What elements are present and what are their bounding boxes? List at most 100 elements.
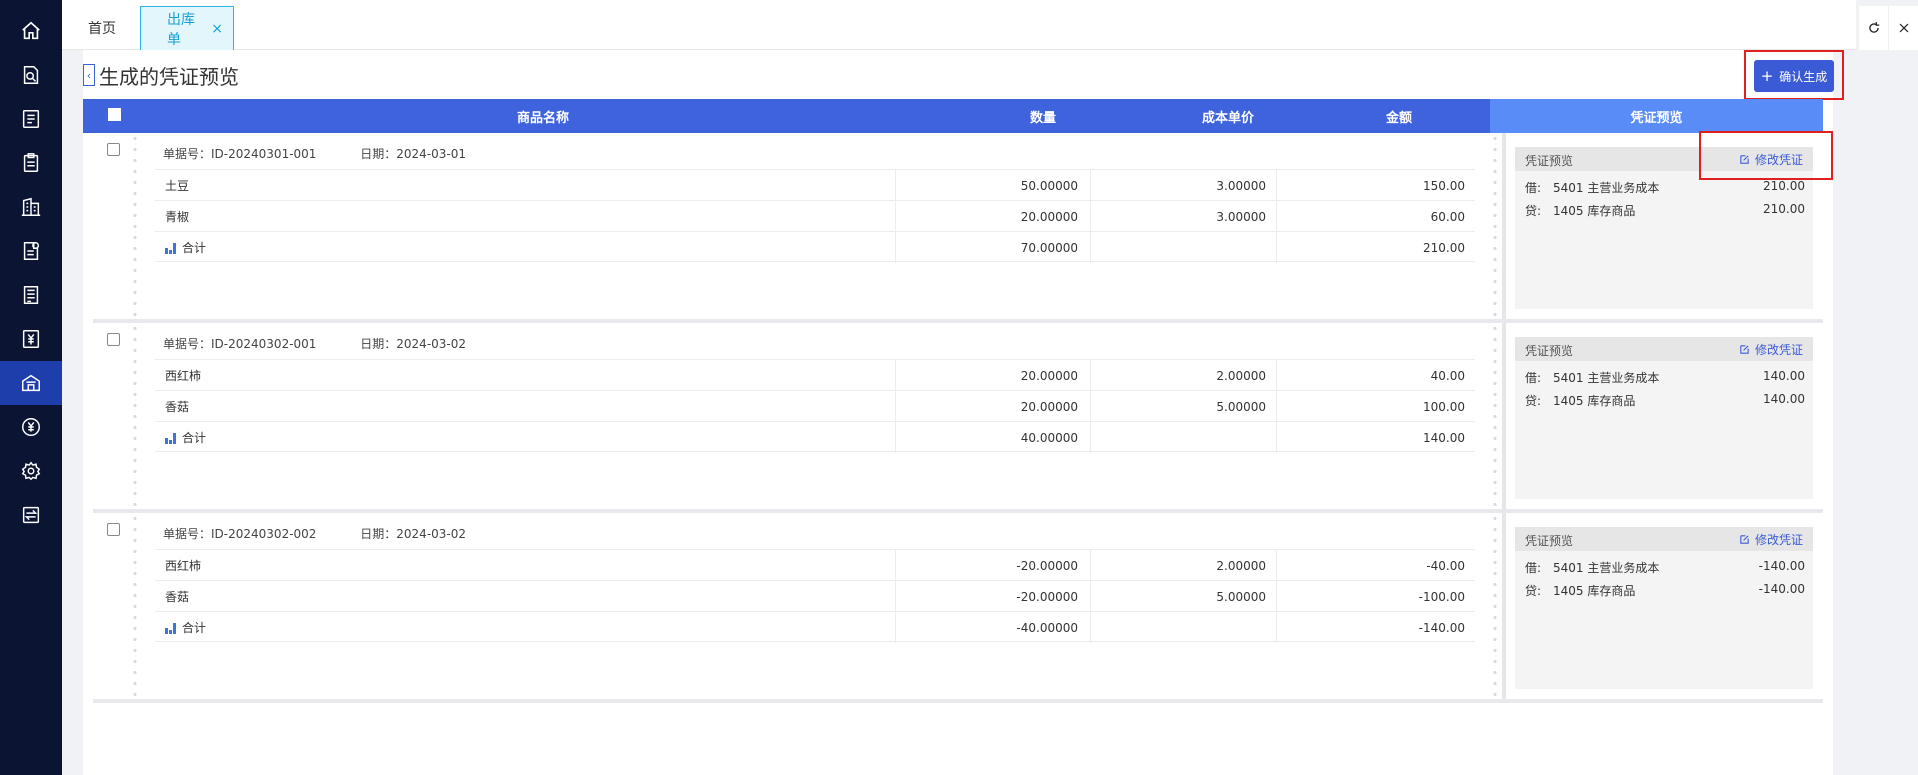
sidebar-item-list[interactable] xyxy=(0,97,62,141)
row-checkbox[interactable] xyxy=(107,523,120,536)
voucher-header: 凭证预览 修改凭证 xyxy=(1515,147,1813,171)
items-table: 土豆 50.00000 3.00000 150.00 青椒 20.00000 3… xyxy=(155,169,1475,263)
total-price-empty xyxy=(1090,612,1276,643)
item-amount: -100.00 xyxy=(1276,581,1475,612)
drag-handle xyxy=(133,133,137,319)
total-qty: 70.00000 xyxy=(895,232,1090,263)
table-row: 香菇 20.00000 5.00000 100.00 xyxy=(155,390,1475,422)
voucher-preview-panel: 凭证预览 修改凭证 借: 5401 主营业务成本 210.00 贷: 1405 … xyxy=(1515,147,1813,309)
voucher-debit-line: 借: 5401 主营业务成本 210.00 xyxy=(1525,179,1805,195)
tab-label: 出库单 xyxy=(167,11,195,48)
tab-bar: 首页 出库单 × xyxy=(62,0,1856,50)
order-date: 日期：2024-03-02 xyxy=(360,337,467,351)
close-page-button[interactable] xyxy=(1888,6,1918,50)
order-date: 日期：2024-03-01 xyxy=(360,147,467,161)
item-name: 西红柿 xyxy=(165,559,202,573)
edit-icon xyxy=(1740,535,1749,544)
refresh-button[interactable] xyxy=(1858,6,1888,50)
header-unit-cost: 成本单价 xyxy=(1201,110,1254,126)
sidebar-item-document[interactable] xyxy=(0,273,62,317)
sidebar-item-settings[interactable] xyxy=(0,449,62,493)
item-name: 香菇 xyxy=(165,590,190,604)
total-amount: -140.00 xyxy=(1276,612,1475,643)
confirm-generate-button[interactable]: + 确认生成 xyxy=(1754,60,1834,92)
total-qty: -40.00000 xyxy=(895,612,1090,643)
total-row: 合计 70.00000 210.00 xyxy=(155,231,1475,263)
table-row: 西红柿 20.00000 2.00000 40.00 xyxy=(155,359,1475,391)
item-qty: 20.00000 xyxy=(895,360,1090,391)
voucher-header: 凭证预览 修改凭证 xyxy=(1515,337,1813,361)
bar-chart-icon xyxy=(165,242,177,254)
tab-home[interactable]: 首页 xyxy=(88,6,116,50)
close-icon[interactable]: × xyxy=(211,21,223,37)
voucher-preview-panel: 凭证预览 修改凭证 借: 5401 主营业务成本 -140.00 贷: 1405… xyxy=(1515,527,1813,689)
select-all-checkbox[interactable] xyxy=(108,108,121,121)
voucher-title: 凭证预览 xyxy=(1525,344,1574,358)
total-label: 合计 xyxy=(165,422,895,453)
yen-icon xyxy=(22,330,40,348)
total-price-empty xyxy=(1090,232,1276,263)
bar-chart-icon xyxy=(165,432,177,444)
sidebar-item-warehouse[interactable] xyxy=(0,361,62,405)
item-amount: 100.00 xyxy=(1276,391,1475,422)
voucher-credit-line: 贷: 1405 库存商品 -140.00 xyxy=(1525,582,1805,598)
clipboard-icon xyxy=(23,153,39,172)
building-icon xyxy=(21,197,41,216)
order-header: 单据号：ID-20240302-001 日期：2024-03-02 xyxy=(163,335,466,352)
item-name: 西红柿 xyxy=(165,369,202,383)
order-group: 单据号：ID-20240302-001 日期：2024-03-02 西红柿 20… xyxy=(93,323,1823,513)
edit-voucher-button[interactable]: 修改凭证 xyxy=(1739,151,1803,168)
order-header: 单据号：ID-20240301-001 日期：2024-03-01 xyxy=(163,145,466,162)
gear-icon xyxy=(21,461,41,481)
home-icon xyxy=(22,21,40,40)
search-doc-icon xyxy=(23,66,39,84)
item-name: 香菇 xyxy=(165,400,190,414)
edit-voucher-button[interactable]: 修改凭证 xyxy=(1739,531,1803,548)
edit-icon xyxy=(1740,345,1749,354)
total-price-empty xyxy=(1090,422,1276,453)
header-voucher-preview: 凭证预览 xyxy=(1490,99,1823,133)
edit-icon xyxy=(1740,155,1749,164)
sidebar-item-settings-doc[interactable] xyxy=(0,229,62,273)
item-qty: 20.00000 xyxy=(895,391,1090,422)
item-qty: 20.00000 xyxy=(895,201,1090,232)
table-row: 土豆 50.00000 3.00000 150.00 xyxy=(155,169,1475,201)
total-label: 合计 xyxy=(165,612,895,643)
total-label: 合计 xyxy=(165,232,895,263)
drag-handle xyxy=(133,513,137,699)
refresh-icon xyxy=(1868,22,1879,33)
voucher-debit-line: 借: 5401 主营业务成本 140.00 xyxy=(1525,369,1805,385)
edit-voucher-button[interactable]: 修改凭证 xyxy=(1739,341,1803,358)
sidebar-item-yen-circle[interactable] xyxy=(0,405,62,449)
sidebar-item-search-doc[interactable] xyxy=(0,53,62,97)
main-panel: ‹ 生成的凭证预览 + 确认生成 商品名称 数量 成本单价 金额 凭证预览 单据… xyxy=(83,50,1844,775)
drag-handle xyxy=(1493,133,1497,319)
order-no: 单据号：ID-20240301-001 xyxy=(163,147,317,161)
back-button[interactable]: ‹ xyxy=(83,64,95,86)
warehouse-icon xyxy=(22,374,40,392)
item-qty: -20.00000 xyxy=(895,581,1090,612)
voucher-credit-line: 贷: 1405 库存商品 210.00 xyxy=(1525,202,1805,218)
drag-handle xyxy=(133,323,137,509)
header-product-name: 商品名称 xyxy=(516,110,569,126)
order-group: 单据号：ID-20240301-001 日期：2024-03-01 土豆 50.… xyxy=(93,133,1823,323)
sidebar-item-home[interactable] xyxy=(0,9,62,53)
yen-circle-icon xyxy=(22,418,40,436)
item-name: 青椒 xyxy=(165,210,190,224)
sidebar-item-transfer[interactable] xyxy=(0,493,62,537)
voucher-title: 凭证预览 xyxy=(1525,534,1574,548)
row-checkbox[interactable] xyxy=(107,143,120,156)
item-price: 2.00000 xyxy=(1090,550,1276,581)
row-checkbox[interactable] xyxy=(107,333,120,346)
tab-outbound-order[interactable]: 出库单 × xyxy=(140,6,234,50)
document-icon xyxy=(23,286,39,304)
total-row: 合计 -40.00000 -140.00 xyxy=(155,611,1475,643)
table-header: 商品名称 数量 成本单价 金额 凭证预览 xyxy=(83,99,1823,133)
items-table: 西红柿 -20.00000 2.00000 -40.00 香菇 -20.0000… xyxy=(155,549,1475,643)
total-row: 合计 40.00000 140.00 xyxy=(155,421,1475,453)
sidebar-item-building[interactable] xyxy=(0,185,62,229)
sidebar-item-yen[interactable] xyxy=(0,317,62,361)
item-name: 土豆 xyxy=(165,179,190,193)
sidebar-item-clipboard[interactable] xyxy=(0,141,62,185)
item-price: 5.00000 xyxy=(1090,391,1276,422)
